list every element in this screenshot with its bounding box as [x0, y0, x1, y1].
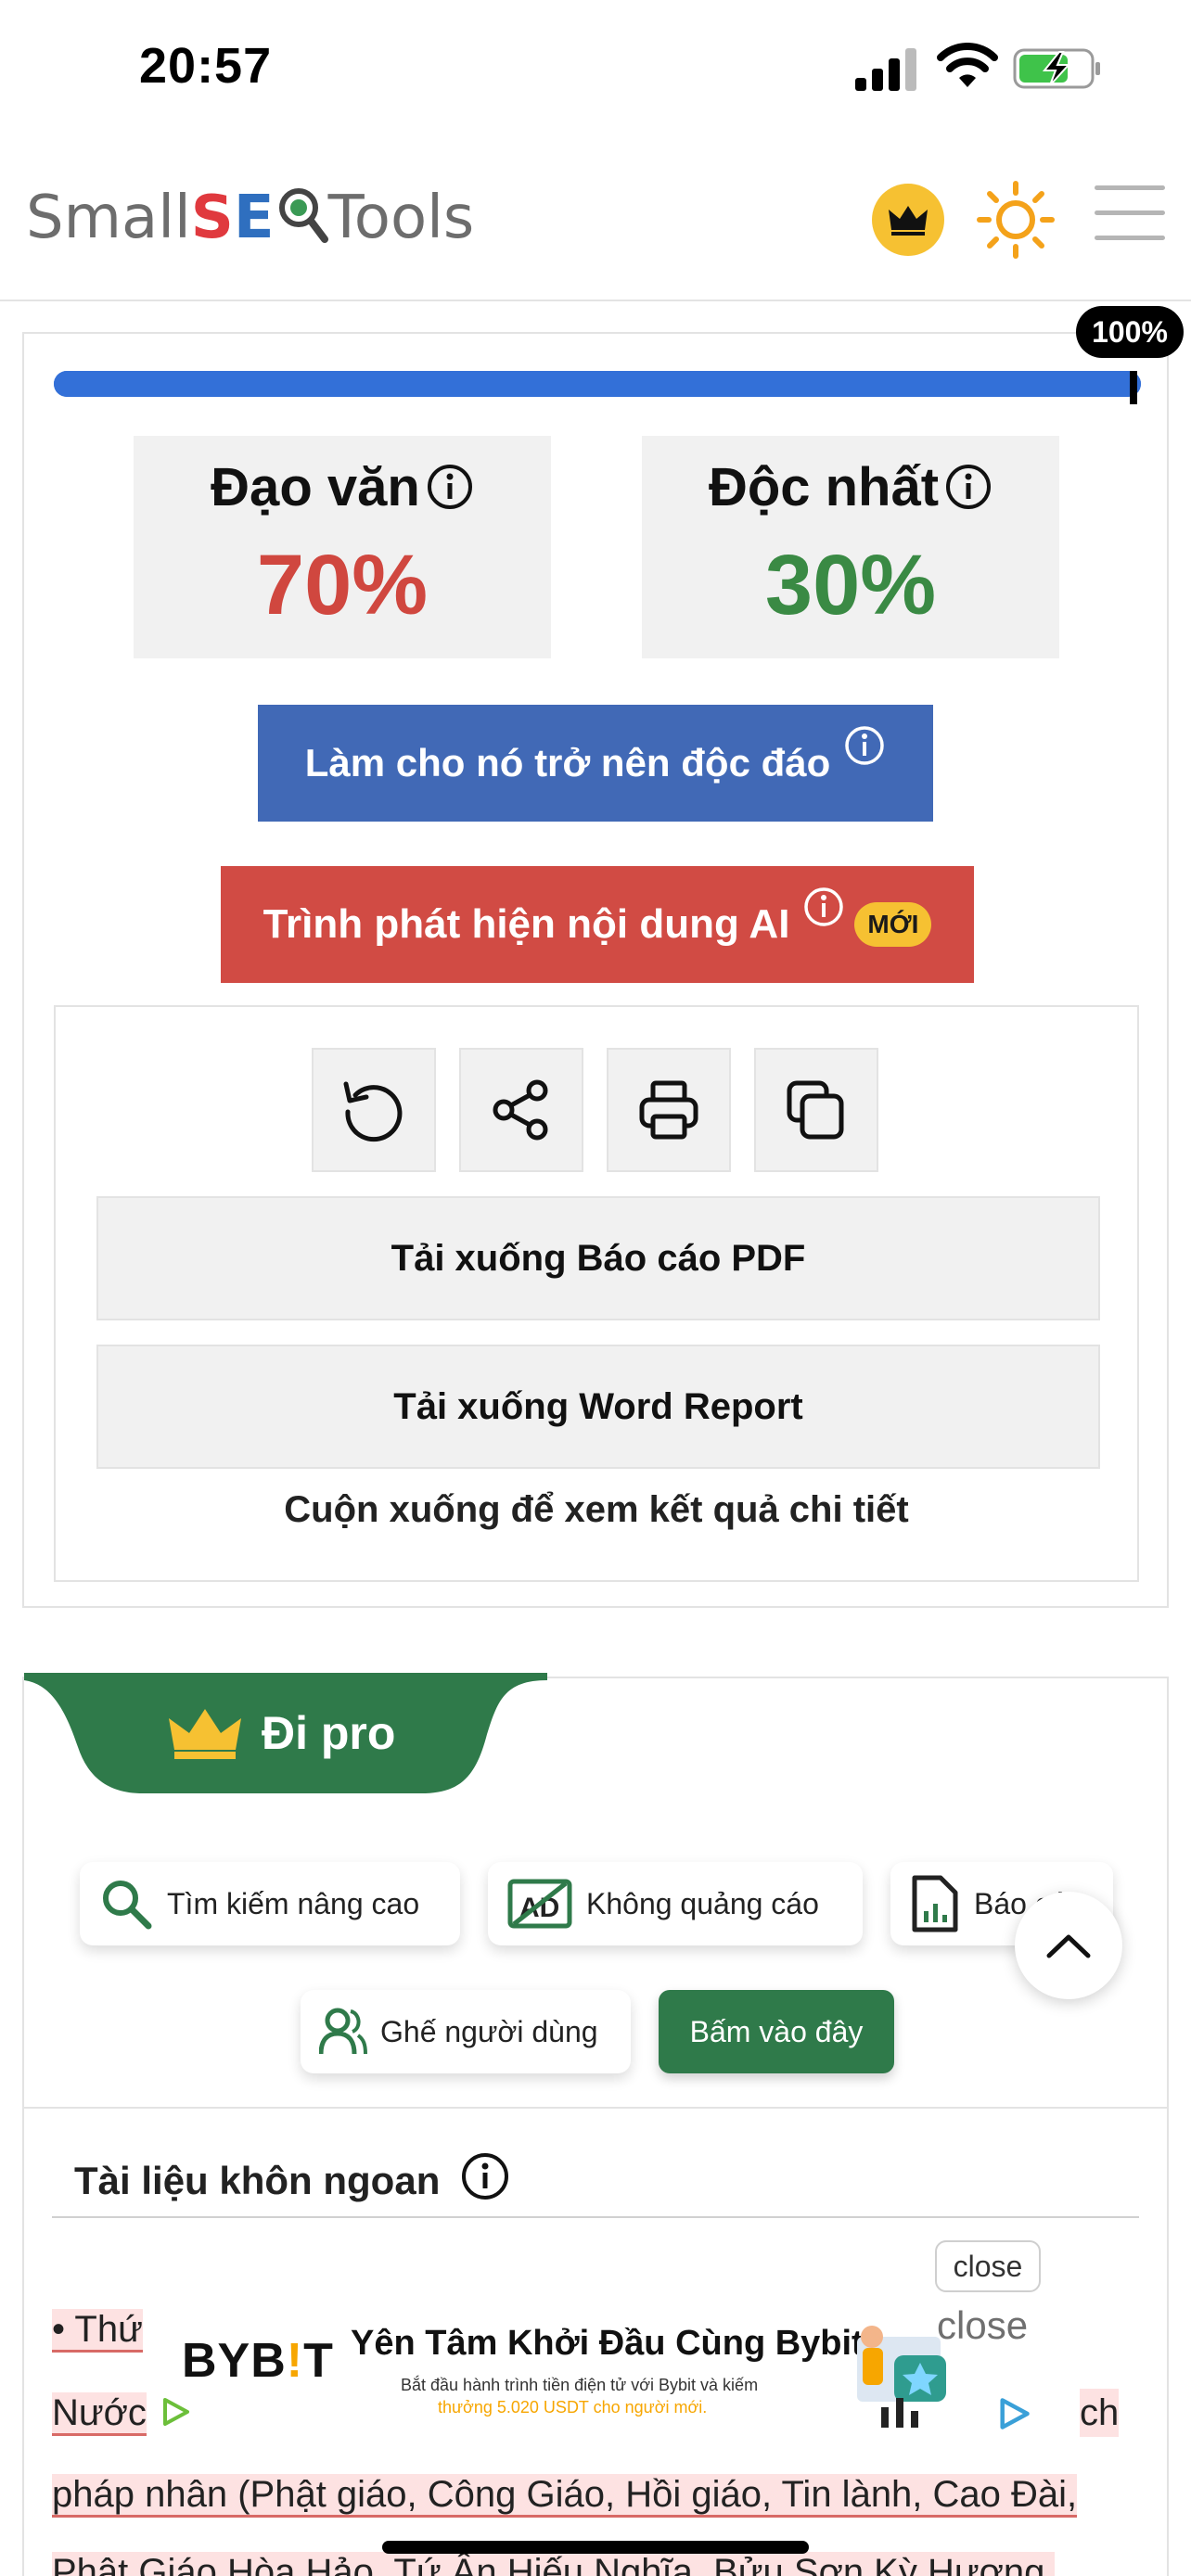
svg-text:AD: AD [519, 1893, 559, 1923]
plagiarism-score-box: Đạo văn 70% [134, 436, 551, 658]
premium-crown-button[interactable] [872, 184, 944, 256]
hamburger-menu-button[interactable] [1095, 185, 1165, 245]
share-button[interactable] [459, 1048, 583, 1172]
info-icon[interactable] [426, 462, 474, 524]
cellular-signal-icon [855, 48, 916, 91]
search-icon [98, 1876, 154, 1932]
highlighted-text[interactable]: • Thứ [52, 2309, 143, 2353]
ad-subtext: Bắt đầu hành trình tiền điện tử với Bybi… [401, 2376, 759, 2394]
print-button[interactable] [607, 1048, 731, 1172]
logo-small: Small [26, 184, 191, 252]
home-indicator[interactable] [382, 2541, 809, 2554]
make-unique-button[interactable]: Làm cho nó trở nên độc đáo [258, 705, 933, 822]
info-icon[interactable] [802, 886, 845, 938]
progress-bar [54, 371, 1141, 397]
ad-close-text[interactable]: close [937, 2303, 1028, 2348]
magnifier-logo-icon [278, 188, 328, 243]
unique-score-box: Độc nhất 30% [642, 436, 1059, 658]
make-unique-label: Làm cho nó trở nên độc đáo [304, 741, 831, 784]
site-header: SmallSE Tools [0, 139, 1191, 301]
printer-icon [639, 1080, 698, 1140]
copy-button[interactable] [754, 1048, 878, 1172]
logo-s: S [190, 184, 234, 252]
document-title-label: Tài liệu khôn ngoan [74, 2159, 441, 2202]
copy-icon [787, 1080, 844, 1140]
feature-no-ads[interactable]: AD Không quảng cáo [488, 1862, 863, 1945]
ad-close-button[interactable]: close [935, 2240, 1041, 2292]
progress-fill [54, 371, 1141, 397]
logo-tools: Tools [327, 184, 475, 252]
info-icon[interactable] [843, 724, 886, 776]
unique-percent: 30% [764, 538, 937, 632]
feature-label: Ghế người dùng [380, 2014, 598, 2048]
status-time: 20:57 [139, 38, 273, 94]
scroll-hint: Cuộn xuống để xem kết quả chi tiết [284, 1489, 909, 1530]
feature-label: Không quảng cáo [586, 1886, 819, 1920]
info-icon[interactable] [460, 2151, 510, 2211]
ad-brand-logo: BYB!T [182, 2334, 334, 2388]
new-badge: MỚI [854, 902, 932, 947]
go-pro-cta-button[interactable]: Bấm vào đây [659, 1990, 894, 2073]
feature-advanced-search[interactable]: Tìm kiếm nâng cao [80, 1862, 460, 1945]
crown-icon [889, 206, 928, 236]
ai-detector-label: Trình phát hiện nội dung AI [263, 901, 790, 947]
highlighted-text[interactable]: ch [1080, 2389, 1120, 2437]
ad-choices-play-icon[interactable] [160, 2396, 191, 2428]
ad-subtext-promo: thưởng 5.020 USDT cho người mới. [438, 2398, 708, 2417]
ad-choices-play-icon[interactable] [996, 2396, 1031, 2431]
banner-ad[interactable]: BYB!T Yên Tâm Khởi Đầu Cùng Bybit Bắt đầ… [148, 2287, 1039, 2435]
divider [24, 2107, 1167, 2109]
go-pro-card: Đi pro Tìm kiếm nâng cao AD Không quảng … [22, 1673, 1169, 2576]
go-pro-label: Đi pro [262, 1707, 396, 1759]
chevron-up-icon [1046, 1934, 1091, 1958]
divider [52, 2216, 1139, 2218]
document-wise-title: Tài liệu khôn ngoan [74, 2151, 510, 2211]
scroll-to-top-button[interactable] [1015, 1892, 1122, 1999]
refresh-icon [343, 1081, 403, 1142]
download-word-button[interactable]: Tải xuống Word Report [96, 1345, 1100, 1469]
info-icon[interactable] [944, 462, 992, 524]
users-icon [319, 2006, 367, 2058]
highlighted-text[interactable]: pháp nhân (Phật giáo, Công Giáo, Hồi giá… [52, 2474, 1078, 2518]
plagiarism-percent: 70% [256, 538, 429, 632]
progress-percent-badge: 100% [1076, 306, 1184, 358]
logo-e: E [233, 184, 275, 252]
progress-marker [1130, 371, 1137, 404]
recheck-button[interactable] [312, 1048, 436, 1172]
download-pdf-button[interactable]: Tải xuống Báo cáo PDF [96, 1196, 1100, 1320]
feature-user-seats[interactable]: Ghế người dùng [301, 1990, 631, 2073]
unique-label: Độc nhất [708, 457, 940, 517]
document-line: pháp nhân (Phật giáo, Công Giáo, Hồi giá… [52, 2470, 1139, 2519]
highlighted-text[interactable]: Nước [52, 2392, 147, 2436]
status-bar: 20:57 [0, 0, 1191, 139]
site-logo[interactable]: SmallSE Tools [26, 184, 474, 252]
battery-charging-icon [1013, 48, 1100, 89]
ai-detector-button[interactable]: Trình phát hiện nội dung AI MỚI [221, 866, 974, 983]
report-tools-box: Tải xuống Báo cáo PDF Tải xuống Word Rep… [54, 1005, 1139, 1582]
ad-headline: Yên Tâm Khởi Đầu Cùng Bybit [351, 2324, 864, 2363]
wifi-icon [937, 43, 998, 87]
feature-label: Tìm kiếm nâng cao [167, 1886, 420, 1920]
highlighted-text[interactable]: Phật Giáo Hòa Hảo, Tứ Ân Hiếu Nghĩa, Bửu… [52, 2552, 1056, 2576]
crown-icon [169, 1709, 241, 1759]
result-card: 100% Đạo văn 70% Độc nhất 30% Làm cho nó… [22, 306, 1184, 1608]
theme-toggle-sun-icon[interactable] [976, 180, 1056, 260]
no-ads-icon: AD [506, 1876, 573, 1932]
plagiarism-label: Đạo văn [211, 457, 420, 517]
share-icon [493, 1079, 548, 1141]
go-pro-title[interactable]: Đi pro [169, 1706, 395, 1760]
report-icon [909, 1874, 961, 1933]
